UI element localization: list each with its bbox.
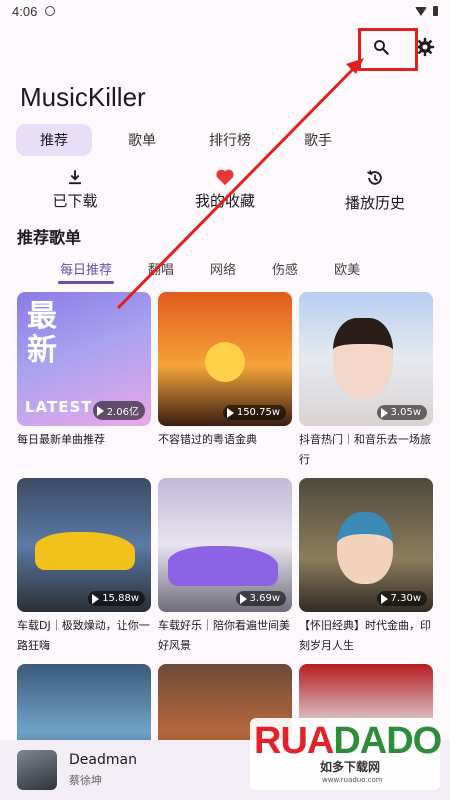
section-title: 推荐歌单 (17, 228, 82, 247)
gear-icon (415, 37, 435, 57)
playlist-card[interactable]: 3.69w 车载好乐｜陪你看遍世间美好风景 (158, 478, 292, 656)
playlist-title: 抖音热门｜和音乐去一场旅行 (299, 433, 431, 466)
tab-western[interactable]: 欧美 (334, 252, 360, 284)
status-time: 4:06 (12, 3, 38, 19)
tab-artists[interactable]: 歌手 (280, 124, 356, 156)
battery-icon (433, 6, 438, 16)
play-count-badge: 150.75w (222, 405, 286, 420)
portrait-graphic (333, 318, 393, 398)
now-playing-artist: 蔡徐坤 (69, 774, 102, 787)
tab-charts[interactable]: 排行榜 (192, 124, 268, 156)
tab-cover[interactable]: 翻唱 (148, 252, 174, 284)
wifi-icon (415, 6, 427, 16)
car-graphic (35, 532, 135, 570)
search-highlight-box (358, 28, 418, 71)
playlist-card[interactable]: 150.75w 不容错过的粤语金典 (158, 292, 292, 470)
play-icon (380, 593, 388, 604)
play-icon (226, 407, 234, 418)
status-bar: 4:06 (0, 0, 450, 22)
portrait-graphic (337, 512, 393, 584)
tab-recommend[interactable]: 推荐 (16, 124, 92, 156)
download-icon (69, 170, 81, 185)
playlist-cover: 3.69w (158, 478, 292, 612)
now-playing-song: Deadman (69, 752, 137, 768)
playlist-title: 【怀旧经典】时代金曲，印刻岁月人生 (299, 619, 431, 652)
history-icon (367, 170, 382, 185)
tab-playlists[interactable]: 歌单 (104, 124, 180, 156)
playlist-cover: 最新 LATEST 2.06亿 (17, 292, 151, 426)
watermark-url: www.ruaduo.com (322, 776, 383, 784)
play-count: 7.30w (390, 593, 421, 604)
watermark-brand-ru: RUA (254, 720, 334, 762)
playlist-cover: 15.88w (17, 478, 151, 612)
playlist-card[interactable]: 3.05w 抖音热门｜和音乐去一场旅行 (299, 292, 433, 470)
playlist-cover: 3.05w (299, 292, 433, 426)
history-label: 播放历史 (344, 194, 405, 212)
history-button[interactable]: 播放历史 (315, 168, 435, 213)
playlist-cover: 150.75w (158, 292, 292, 426)
playlist-title: 车载DJ｜极致燥动，让你一路狂嗨 (17, 619, 150, 652)
watermark-brand: RUADADO (254, 720, 442, 763)
cover-char-2: 新 (27, 333, 57, 368)
playlist-title: 每日最新单曲推荐 (17, 433, 105, 446)
media-playing-icon (45, 6, 56, 16)
playlist-title: 不容错过的粤语金典 (158, 433, 257, 446)
play-count-badge: 15.88w (88, 591, 145, 606)
play-count-badge: 3.05w (376, 405, 427, 420)
play-count: 150.75w (236, 407, 280, 418)
tab-network[interactable]: 网络 (210, 252, 236, 284)
cover-char-1: 最 (27, 299, 57, 334)
play-icon (380, 407, 388, 418)
downloaded-button[interactable]: 已下载 (15, 168, 135, 213)
main-tabs: 推荐 歌单 排行榜 歌手 (16, 124, 368, 156)
watermark-logo: RUADADO 如多下载网 www.ruaduo.com (250, 718, 442, 790)
playlist-card[interactable]: 7.30w 【怀旧经典】时代金曲，印刻岁月人生 (299, 478, 433, 656)
favorites-button[interactable]: 我的收藏 (165, 168, 285, 213)
heart-icon (216, 169, 234, 186)
play-icon (92, 593, 100, 604)
favorites-label: 我的收藏 (194, 192, 255, 210)
play-icon (96, 405, 104, 416)
car-graphic (168, 546, 278, 586)
play-icon (239, 593, 247, 604)
play-count-badge: 3.69w (235, 591, 286, 606)
sunset-graphic (205, 342, 245, 382)
playlist-title: 车载好乐｜陪你看遍世间美好风景 (158, 619, 290, 652)
quick-actions: 已下载 我的收藏 播放历史 (0, 168, 450, 213)
cover-text: 最新 (27, 300, 57, 368)
app-title: MusicKiller (20, 82, 146, 112)
now-playing-cover (17, 750, 57, 790)
play-count: 2.06亿 (106, 407, 139, 418)
play-count: 3.05w (390, 407, 421, 418)
status-icons (415, 6, 438, 16)
playlist-card[interactable]: 15.88w 车载DJ｜极致燥动，让你一路狂嗨 (17, 478, 151, 656)
playlist-cover: 7.30w (299, 478, 433, 612)
downloaded-label: 已下载 (52, 192, 98, 210)
cover-latest-text: LATEST (25, 398, 93, 416)
category-tabs: 每日推荐 翻唱 网络 伤感 欧美 (0, 252, 450, 284)
now-playing-meta: Deadman 蔡徐坤 (69, 752, 137, 788)
play-count-badge: 2.06亿 (92, 401, 145, 420)
playlist-card[interactable]: 最新 LATEST 2.06亿 每日最新单曲推荐 (17, 292, 151, 470)
watermark-brand-do: DADO (333, 720, 442, 762)
play-count: 15.88w (102, 593, 139, 604)
watermark-cn: 如多下载网 (320, 760, 381, 774)
play-count-badge: 7.30w (376, 591, 427, 606)
tab-sad[interactable]: 伤感 (272, 252, 298, 284)
tab-daily[interactable]: 每日推荐 (57, 252, 115, 284)
play-count: 3.69w (249, 593, 280, 604)
